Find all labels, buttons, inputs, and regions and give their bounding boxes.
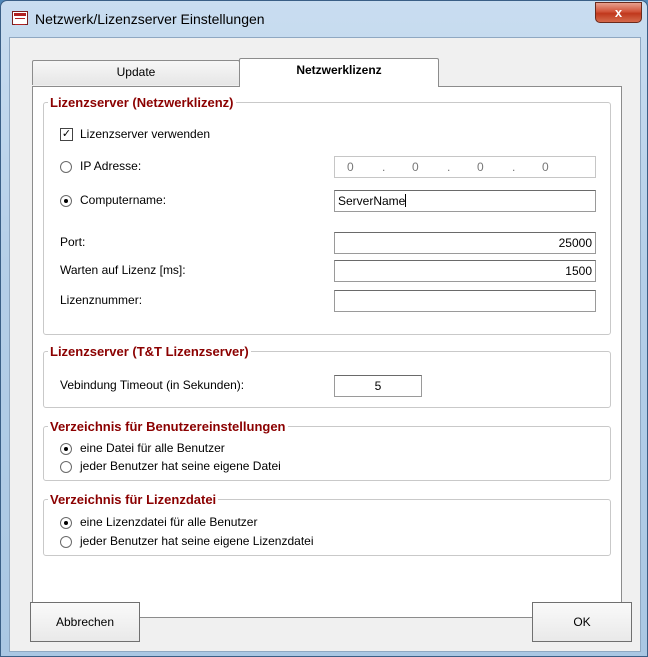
ip-octet-4: 0	[542, 160, 549, 174]
ip-octet-1: 0	[347, 160, 354, 174]
user-settings-own-radio[interactable]	[60, 461, 72, 473]
tab-netzwerklizenz[interactable]: Netzwerklizenz	[239, 58, 439, 87]
license-file-own-label: jeder Benutzer hat seine eigene Lizenzda…	[80, 534, 314, 548]
ip-octet-3: 0	[477, 160, 484, 174]
ip-address-radio[interactable]	[60, 161, 72, 173]
group-tt-server: Lizenzserver (T&T Lizenzserver)	[43, 344, 611, 408]
dialog-body: Update Netzwerklizenz Lizenzserver (Netz…	[9, 37, 641, 652]
ip-octet-2: 0	[412, 160, 419, 174]
cancel-button[interactable]: Abbrechen	[30, 602, 140, 642]
wait-for-license-input[interactable]: 1500	[334, 260, 596, 282]
user-settings-shared-label: eine Datei für alle Benutzer	[80, 441, 225, 455]
user-settings-own-label: jeder Benutzer hat seine eigene Datei	[80, 459, 281, 473]
use-license-server-checkbox[interactable]: ✓	[60, 128, 73, 141]
group-license-server-legend: Lizenzserver (Netzwerklizenz)	[50, 95, 234, 110]
ok-button[interactable]: OK	[532, 602, 632, 642]
tab-panel-netzwerklizenz: Lizenzserver (Netzwerklizenz) ✓ Lizenzse…	[32, 86, 622, 618]
wait-for-license-label: Warten auf Lizenz [ms]:	[60, 263, 186, 277]
close-button[interactable]: x	[595, 2, 642, 23]
port-label: Port:	[60, 235, 86, 249]
window-title: Netzwerk/Lizenzserver Einstellungen	[35, 11, 265, 27]
app-icon	[12, 11, 28, 25]
computer-name-input[interactable]: ServerName	[334, 190, 596, 212]
computer-name-radio[interactable]	[60, 195, 72, 207]
user-settings-shared-radio[interactable]	[60, 443, 72, 455]
ip-address-label: IP Adresse:	[80, 159, 142, 173]
license-file-shared-label: eine Lizenzdatei für alle Benutzer	[80, 515, 258, 529]
license-file-shared-radio[interactable]	[60, 517, 72, 529]
port-input[interactable]: 25000	[334, 232, 596, 254]
license-number-label: Lizenznummer:	[60, 293, 143, 307]
use-license-server-label: Lizenzserver verwenden	[80, 127, 211, 141]
dialog-window: Netzwerk/Lizenzserver Einstellungen x Up…	[0, 0, 648, 657]
tab-update[interactable]: Update	[32, 60, 240, 85]
group-tt-server-legend: Lizenzserver (T&T Lizenzserver)	[50, 344, 249, 359]
timeout-label: Vebindung Timeout (in Sekunden):	[60, 378, 245, 392]
license-number-input[interactable]	[334, 290, 596, 312]
timeout-input[interactable]: 5	[334, 375, 422, 397]
title-bar[interactable]: Netzwerk/Lizenzserver Einstellungen x	[1, 1, 647, 37]
ip-address-field[interactable]: 0 . 0 . 0 . 0	[334, 156, 596, 178]
license-file-own-radio[interactable]	[60, 536, 72, 548]
computer-name-label: Computername:	[80, 193, 167, 207]
group-license-file-legend: Verzeichnis für Lizenzdatei	[50, 492, 217, 507]
group-user-settings-legend: Verzeichnis für Benutzereinstellungen	[50, 419, 286, 434]
